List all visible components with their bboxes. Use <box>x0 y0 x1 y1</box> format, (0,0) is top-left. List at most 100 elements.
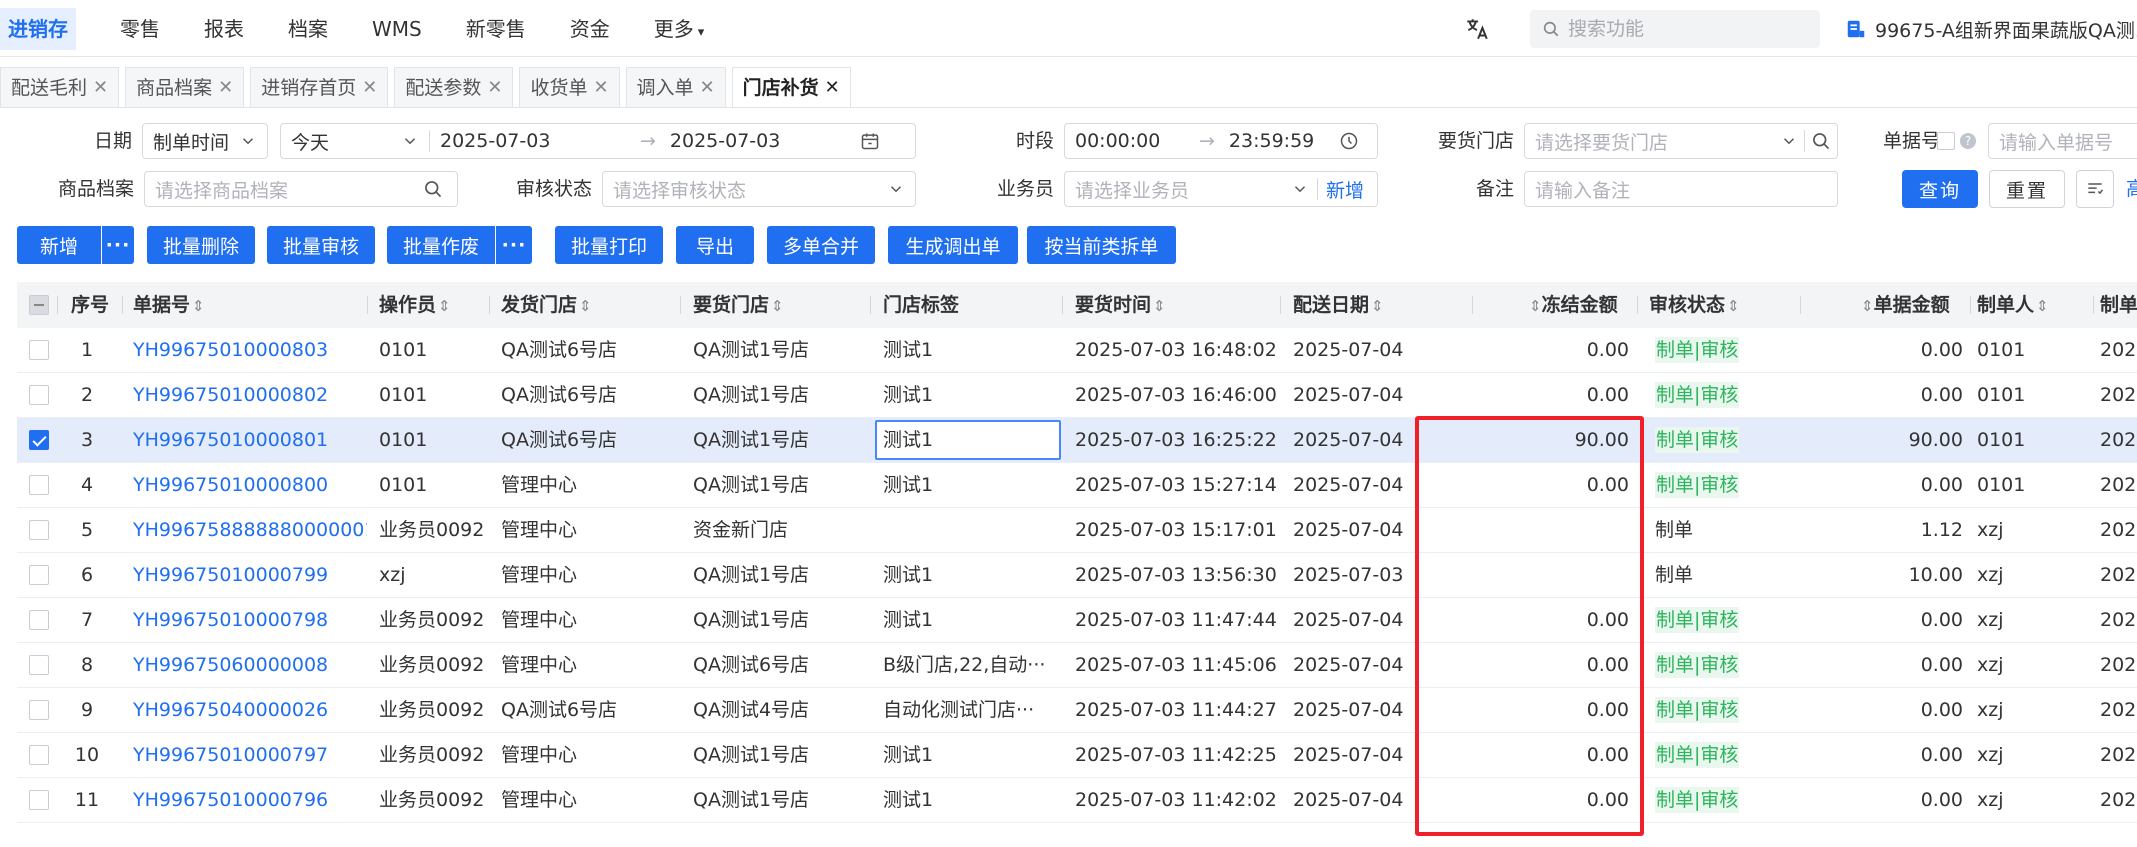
row-checkbox[interactable] <box>29 610 49 630</box>
reset-button[interactable]: 重置 <box>1989 170 2065 208</box>
menu-item-new-retail[interactable]: 新零售 <box>444 8 548 50</box>
cell-doc-no[interactable]: YH99675060000008 <box>133 643 367 688</box>
cell-doc-no[interactable]: YH99675010000803 <box>133 328 367 373</box>
table-row[interactable]: 9 YH99675040000026 业务员0092 QA测试6号店 QA测试4号店 自动… <box>17 688 2137 733</box>
col-doc-no[interactable]: 单据号 ⇕ <box>133 282 205 328</box>
close-icon[interactable]: ✕ <box>93 69 108 107</box>
menu-item-retail[interactable]: 零售 <box>98 8 182 50</box>
time-start-value[interactable]: 00:00:00 <box>1075 130 1185 152</box>
close-icon[interactable]: ✕ <box>218 69 233 107</box>
global-search-input[interactable] <box>1568 18 1808 40</box>
batch-void-button[interactable]: 批量作废 <box>387 226 495 264</box>
row-checkbox[interactable] <box>29 700 49 720</box>
select-all-checkbox[interactable] <box>29 295 49 315</box>
table-row[interactable]: 4 YH99675010000800 0101 管理中心 QA测试1号店 测试1 2025-… <box>17 463 2137 508</box>
remark-input[interactable]: 请输入备注 <box>1524 171 1838 207</box>
menu-item-more[interactable]: 更多 ▾ <box>632 8 727 50</box>
row-checkbox[interactable] <box>29 655 49 675</box>
tab-delivery-params[interactable]: 配送参数 ✕ <box>394 67 514 107</box>
table-row[interactable]: 10 YH99675010000797 业务员0092 管理中心 QA测试1号店 测试1 2… <box>17 733 2137 778</box>
cell-doc-no[interactable]: YH99675010000796 <box>133 778 367 823</box>
col-operator[interactable]: 操作员 ⇕ <box>379 282 451 328</box>
tab-product-archive[interactable]: 商品档案 ✕ <box>125 67 245 107</box>
batch-print-button[interactable]: 批量打印 <box>555 226 663 264</box>
menu-item-archives[interactable]: 档案 <box>266 8 350 50</box>
col-frozen-amount[interactable]: ⇕冻结金额 <box>1527 282 1618 328</box>
cell-doc-no[interactable]: YH996758888880000001 <box>133 508 367 553</box>
search-icon[interactable] <box>423 179 443 199</box>
tab-receipt[interactable]: 收货单 ✕ <box>519 67 620 107</box>
cell-doc-no[interactable]: YH99675040000026 <box>133 688 367 733</box>
cell-doc-no[interactable]: YH99675010000799 <box>133 553 367 598</box>
close-icon[interactable]: ✕ <box>487 69 502 107</box>
close-icon[interactable]: ✕ <box>825 69 840 107</box>
close-icon[interactable]: ✕ <box>362 69 377 107</box>
account-switcher[interactable]: 99675-A组新界面果蔬版QA测... <box>1845 13 2137 45</box>
table-row[interactable]: 11 YH99675010000796 业务员0092 管理中心 QA测试1号店 测试1 2… <box>17 778 2137 823</box>
search-icon[interactable] <box>1811 131 1831 151</box>
row-checkbox[interactable] <box>29 340 49 360</box>
time-range-picker[interactable]: 00:00:00 → 23:59:59 <box>1064 123 1378 159</box>
add-more-button[interactable]: ··· <box>102 226 134 264</box>
col-ship-store[interactable]: 发货门店 ⇕ <box>501 282 592 328</box>
table-row[interactable]: 8 YH99675060000008 业务员0092 管理中心 QA测试6号店 B级门店,… <box>17 643 2137 688</box>
row-checkbox[interactable] <box>29 745 49 765</box>
product-select[interactable]: 请选择商品档案 <box>144 171 458 207</box>
merge-orders-button[interactable]: 多单合并 <box>767 226 875 264</box>
date-range-picker[interactable]: 今天 2025-07-03 → 2025-07-03 <box>280 123 916 159</box>
salesman-select[interactable]: 请选择业务员 新增 <box>1064 171 1378 207</box>
col-delivery-date[interactable]: 配送日期 ⇕ <box>1293 282 1384 328</box>
audit-status-select[interactable]: 请选择审核状态 <box>602 171 916 207</box>
table-row[interactable]: 2 YH99675010000802 0101 QA测试6号店 QA测试1号店 测试1 20… <box>17 373 2137 418</box>
menu-item-reports[interactable]: 报表 <box>182 8 266 50</box>
table-row[interactable]: 6 YH99675010000799 xzj 管理中心 QA测试1号店 测试1 2025-0… <box>17 553 2137 598</box>
cell-doc-no[interactable]: YH99675010000797 <box>133 733 367 778</box>
split-by-category-button[interactable]: 按当前类拆单 <box>1027 226 1176 264</box>
doc-no-input[interactable]: 请输入单据号 <box>1988 123 2137 159</box>
date-start-value[interactable]: 2025-07-03 <box>440 130 640 152</box>
row-checkbox[interactable] <box>29 520 49 540</box>
batch-void-more-button[interactable]: ··· <box>496 226 532 264</box>
global-search[interactable] <box>1530 10 1820 48</box>
time-end-value[interactable]: 23:59:59 <box>1229 130 1339 152</box>
row-checkbox[interactable] <box>29 430 49 450</box>
menu-item-funds[interactable]: 资金 <box>548 8 632 50</box>
tab-store-replenish[interactable]: 门店补货 ✕ <box>731 67 851 107</box>
table-row[interactable]: 1 YH99675010000803 0101 QA测试6号店 QA测试1号店 测试1 20… <box>17 328 2137 373</box>
advanced-search-link[interactable]: 高 <box>2126 171 2137 207</box>
req-store-select[interactable]: 请选择要货门店 <box>1524 123 1838 159</box>
col-req-time[interactable]: 要货时间 ⇕ <box>1075 282 1166 328</box>
close-icon[interactable]: ✕ <box>593 69 608 107</box>
cell-doc-no[interactable]: YH99675010000801 <box>133 418 367 463</box>
close-icon[interactable]: ✕ <box>700 69 715 107</box>
column-settings-button[interactable] <box>2076 170 2114 208</box>
generate-transfer-button[interactable]: 生成调出单 <box>888 226 1018 264</box>
row-checkbox[interactable] <box>29 565 49 585</box>
doc-no-exact-checkbox[interactable] <box>1937 132 1955 150</box>
add-button[interactable]: 新增 <box>17 226 101 264</box>
row-checkbox[interactable] <box>29 475 49 495</box>
tab-delivery-margin[interactable]: 配送毛利 ✕ <box>0 67 120 107</box>
row-checkbox[interactable] <box>29 385 49 405</box>
col-doc-amount[interactable]: ⇕单据金额 <box>1859 282 1950 328</box>
row-checkbox[interactable] <box>29 790 49 810</box>
col-req-store[interactable]: 要货门店 ⇕ <box>693 282 784 328</box>
col-audit-status[interactable]: 审核状态 ⇕ <box>1649 282 1740 328</box>
menu-item-inventory[interactable]: 进销存 <box>0 8 76 50</box>
help-icon[interactable]: ? <box>1960 133 1976 149</box>
batch-delete-button[interactable]: 批量删除 <box>147 226 255 264</box>
batch-audit-button[interactable]: 批量审核 <box>267 226 375 264</box>
table-row[interactable]: 5 YH996758888880000001 业务员0092 管理中心 资金新门店 202… <box>17 508 2137 553</box>
tab-inventory-home[interactable]: 进销存首页 ✕ <box>250 67 389 107</box>
export-button[interactable]: 导出 <box>676 226 754 264</box>
cell-doc-no[interactable]: YH99675010000800 <box>133 463 367 508</box>
date-type-select[interactable]: 制单时间 <box>142 123 268 159</box>
date-end-value[interactable]: 2025-07-03 <box>670 130 860 152</box>
col-maker[interactable]: 制单人 ⇕ <box>1977 282 2049 328</box>
add-salesman-link[interactable]: 新增 <box>1326 176 1364 203</box>
menu-item-wms[interactable]: WMS <box>350 8 444 50</box>
table-row[interactable]: 3 YH99675010000801 0101 QA测试6号店 QA测试1号店 测试1 20… <box>17 418 2137 463</box>
translate-icon[interactable] <box>1462 14 1492 44</box>
query-button[interactable]: 查询 <box>1902 170 1978 208</box>
cell-doc-no[interactable]: YH99675010000802 <box>133 373 367 418</box>
